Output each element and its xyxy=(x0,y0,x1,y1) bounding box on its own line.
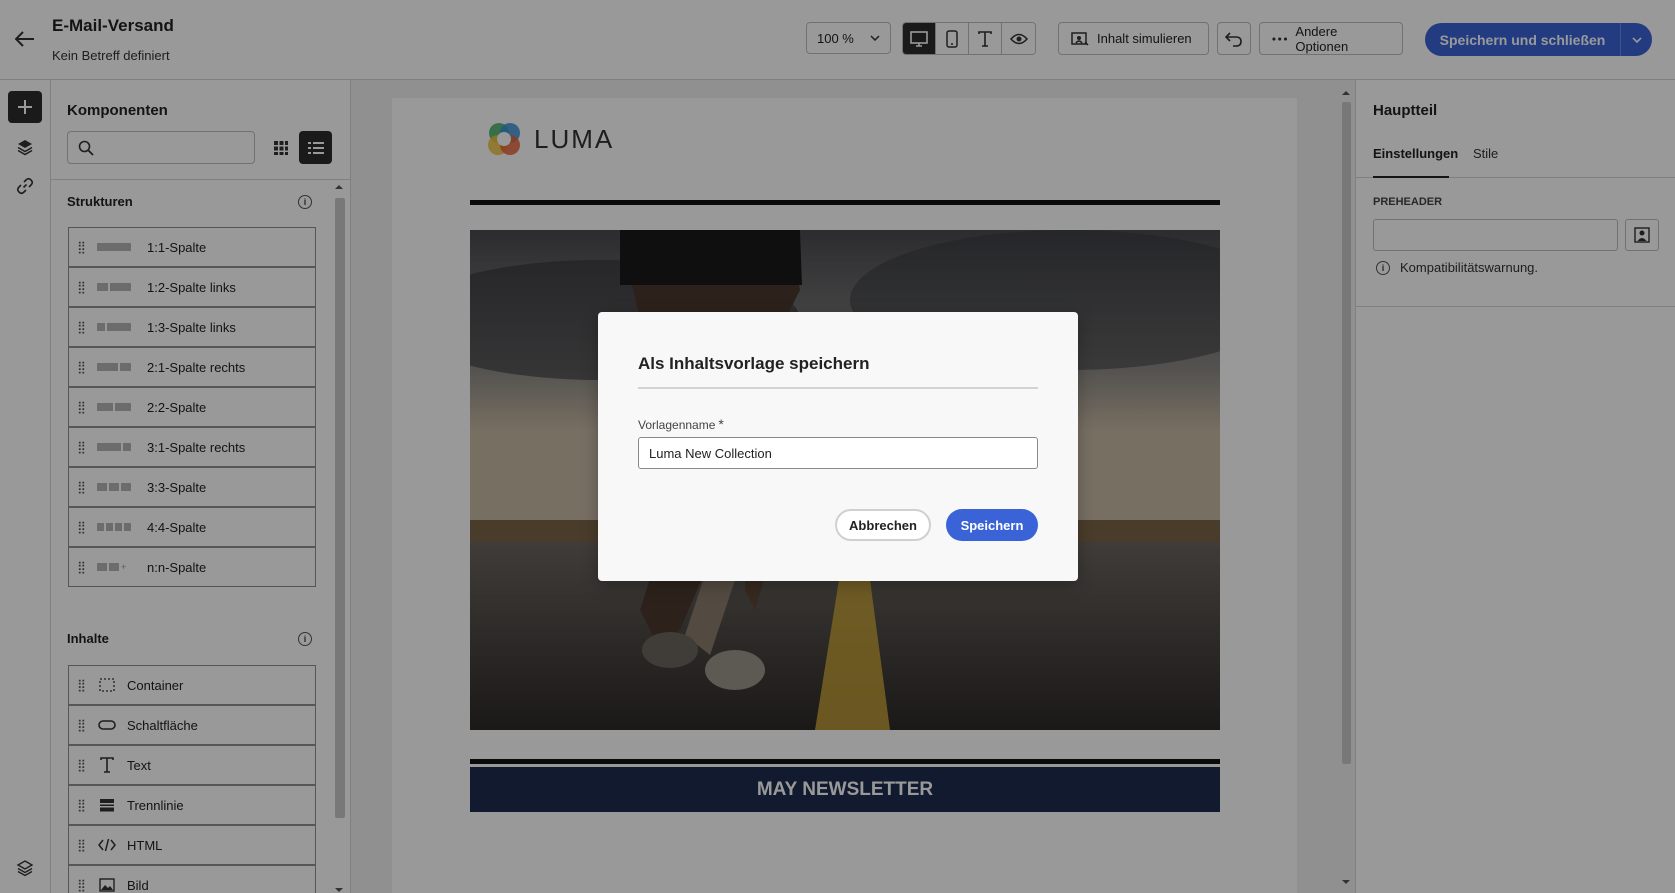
divider xyxy=(638,387,1038,389)
template-name-label: Vorlagenname * xyxy=(638,416,724,432)
save-button[interactable]: Speichern xyxy=(946,509,1038,541)
cancel-button[interactable]: Abbrechen xyxy=(835,509,931,541)
save-template-dialog: Als Inhaltsvorlage speichern Vorlagennam… xyxy=(598,312,1078,581)
template-name-label-text: Vorlagenname xyxy=(638,418,716,432)
required-mark: * xyxy=(718,416,724,432)
dialog-title: Als Inhaltsvorlage speichern xyxy=(638,354,870,373)
template-name-input[interactable] xyxy=(638,437,1038,469)
